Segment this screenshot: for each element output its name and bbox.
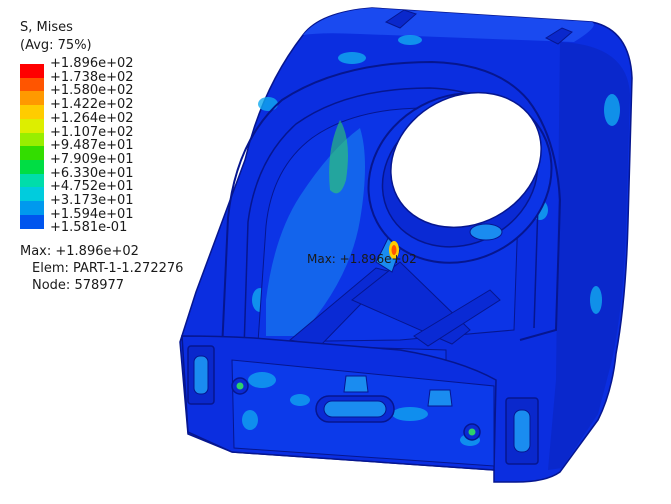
legend-swatch [20, 187, 44, 202]
legend-label: +1.581e-01 [50, 220, 128, 236]
legend-swatch [20, 173, 44, 188]
legend-averaging: (Avg: 75%) [20, 38, 92, 53]
legend-label: +1.264e+02 [50, 110, 134, 126]
contour-legend: +1.896e+02 +1.738e+02 +1.580e+02 +1.422e+02… [20, 57, 220, 236]
legend-swatch [20, 159, 44, 175]
max-element-text: Elem: PART-1-1.272276 [32, 261, 184, 276]
legend-label: +3.173e+01 [50, 193, 134, 208]
max-node-text: Node: 578977 [32, 278, 125, 293]
legend-swatch [20, 91, 44, 106]
legend-swatch [20, 118, 44, 133]
legend-title: S, Mises [20, 20, 73, 35]
legend-label: +7.909e+01 [50, 151, 134, 167]
legend-label: +1.896e+02 [50, 56, 134, 71]
legend-swatch [20, 214, 44, 229]
legend-swatch [20, 64, 44, 79]
legend-label: +1.422e+02 [50, 97, 134, 113]
fea-viewport[interactable]: S, Mises (Avg: 75%) +1.896e+02 +1.738e+02… [0, 0, 671, 500]
max-info-panel: Max: +1.896e+02 Elem: PART-1-1.272276 No… [20, 243, 183, 294]
max-marker-label: Max: +1.896e+02 [307, 252, 417, 266]
legend-swatch [20, 77, 44, 92]
legend-swatch [20, 146, 44, 161]
max-value-text: Max: +1.896e+02 [20, 244, 139, 259]
legend-swatch [20, 132, 44, 147]
legend-swatch [20, 105, 44, 120]
legend-swatch [20, 201, 44, 216]
